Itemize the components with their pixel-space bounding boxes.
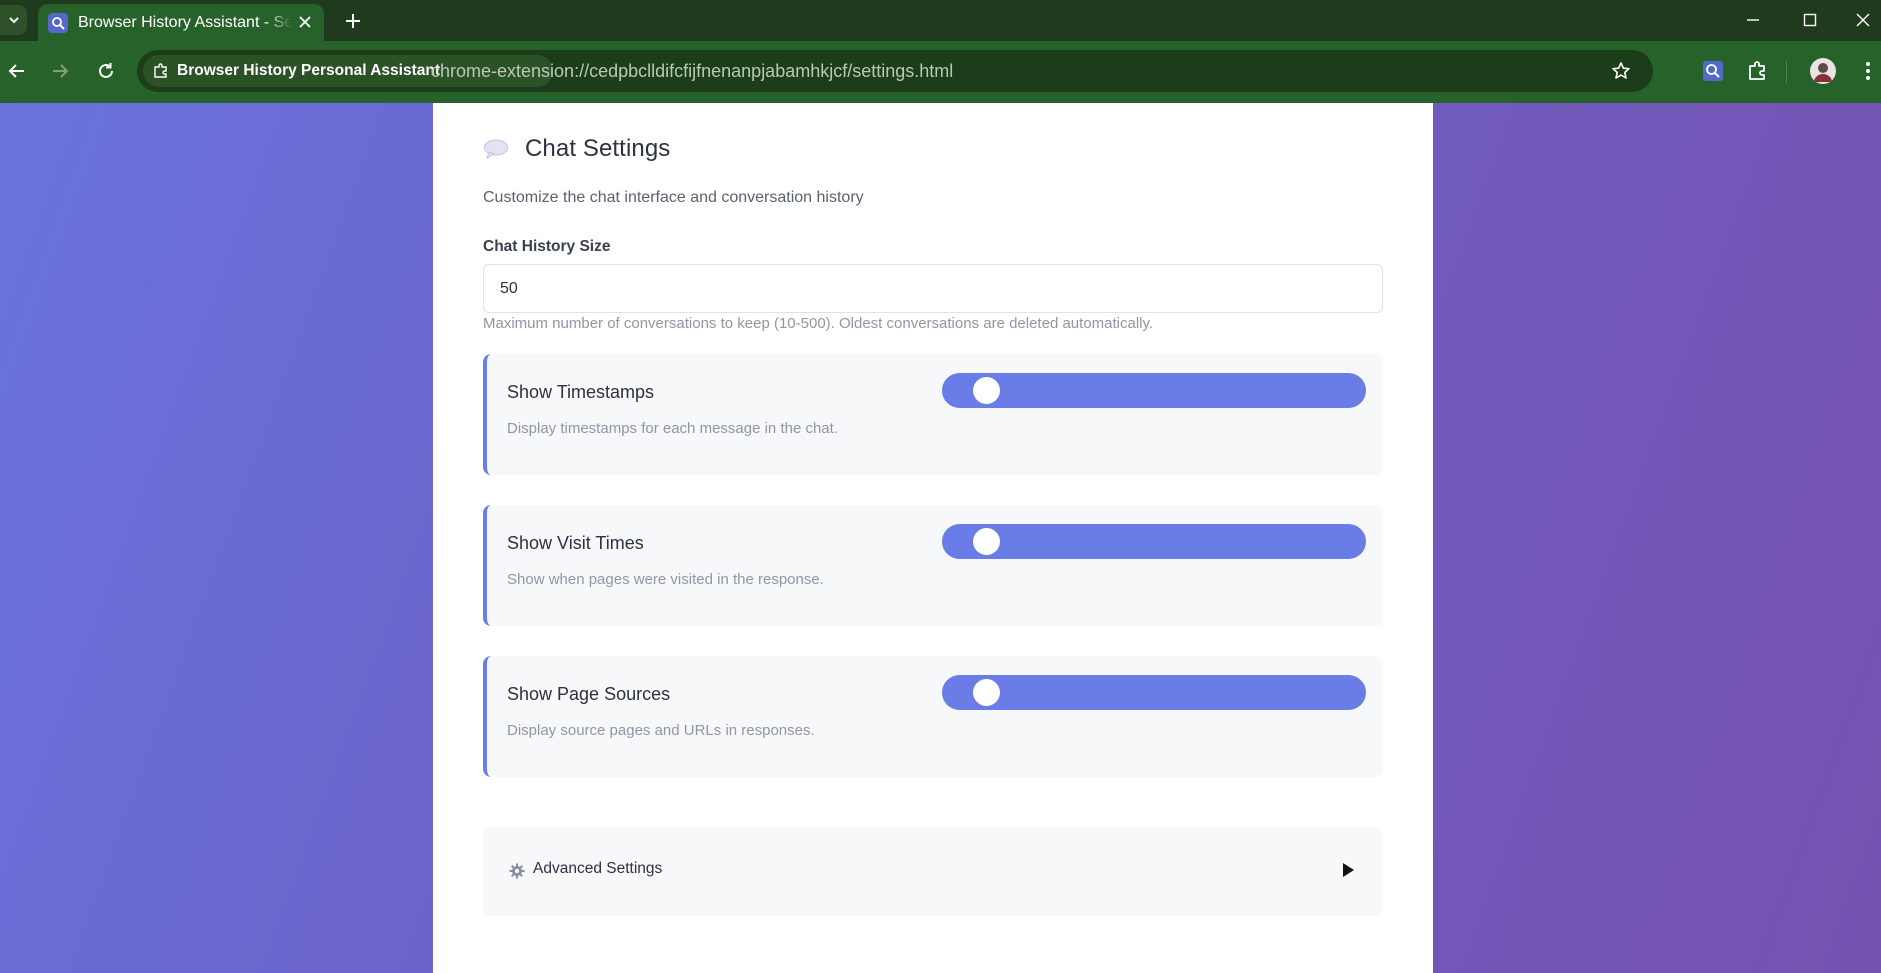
section-title: Chat Settings — [525, 135, 671, 162]
kebab-icon — [1866, 62, 1870, 80]
extension-action-button[interactable] — [1698, 56, 1728, 86]
active-tab[interactable]: Browser History Assistant - Settings — [38, 4, 324, 41]
maximize-button[interactable] — [1788, 4, 1832, 36]
toggle-knob — [973, 528, 1000, 555]
browser-menu-button[interactable] — [1853, 56, 1881, 86]
advanced-settings-toggle[interactable]: Advanced Settings — [483, 827, 1383, 916]
setting-show-visit-times: Show Visit Times Show when pages were vi… — [483, 505, 1383, 626]
close-icon — [299, 16, 311, 28]
maximize-icon — [1803, 13, 1817, 27]
browser-toolbar: Browser History Personal Assistant chrom… — [0, 41, 1881, 103]
show-page-sources-toggle[interactable] — [942, 675, 1366, 710]
setting-show-timestamps: Show Timestamps Display timestamps for e… — [483, 354, 1383, 475]
bookmark-button[interactable] — [1609, 59, 1633, 83]
reload-button[interactable] — [91, 56, 121, 86]
setting-title: Show Timestamps — [507, 382, 655, 402]
minimize-icon — [1747, 19, 1759, 21]
setting-description: Show when pages were visited in the resp… — [507, 571, 824, 588]
url-text[interactable]: chrome-extension://cedpbclldifcfijfnenan… — [431, 61, 953, 82]
tab-title: Browser History Assistant - Settings — [78, 13, 292, 31]
triangle-right-icon — [1343, 863, 1354, 877]
settings-card: Chat Settings Customize the chat interfa… — [433, 103, 1433, 973]
history-size-input[interactable] — [483, 264, 1383, 313]
magnifier-icon — [48, 12, 68, 33]
setting-show-page-sources: Show Page Sources Display source pages a… — [483, 656, 1383, 777]
forward-button[interactable] — [45, 56, 75, 86]
star-icon — [1612, 62, 1630, 79]
toggle-knob — [973, 377, 1000, 404]
arrow-right-icon — [53, 64, 69, 78]
arrow-left-icon — [8, 64, 24, 78]
puzzle-icon — [1749, 61, 1765, 80]
gear-icon — [509, 863, 525, 879]
history-size-label: Chat History Size — [483, 238, 611, 255]
chat-settings-header: Chat Settings — [483, 135, 670, 163]
setting-description: Display timestamps for each message in t… — [507, 420, 838, 437]
advanced-settings-label: Advanced Settings — [533, 860, 663, 877]
new-tab-button[interactable] — [340, 8, 366, 34]
setting-title: Show Visit Times — [507, 533, 644, 553]
tab-search-button[interactable] — [0, 5, 27, 35]
history-size-help: Maximum number of conversations to keep … — [483, 315, 1154, 332]
section-description: Customize the chat interface and convers… — [483, 189, 864, 206]
toggle-knob — [973, 679, 1000, 706]
show-visit-times-toggle[interactable] — [942, 524, 1366, 559]
chevron-down-icon — [8, 17, 19, 24]
close-window-button[interactable] — [1845, 4, 1881, 36]
puzzle-icon — [153, 63, 169, 79]
page-background: Chat Settings Customize the chat interfa… — [0, 103, 1881, 973]
speech-bubble-icon — [484, 139, 508, 160]
avatar[interactable] — [1810, 58, 1836, 84]
extensions-menu-button[interactable] — [1743, 56, 1773, 86]
toolbar-divider — [1786, 60, 1787, 84]
tab-strip: Browser History Assistant - Settings — [0, 0, 1881, 41]
setting-description: Display source pages and URLs in respons… — [507, 722, 815, 739]
show-timestamps-toggle[interactable] — [942, 373, 1366, 408]
reload-icon — [99, 63, 113, 78]
back-button[interactable] — [2, 56, 32, 86]
plus-icon — [346, 14, 360, 28]
minimize-button[interactable] — [1731, 4, 1775, 36]
address-bar[interactable]: Browser History Personal Assistant chrom… — [137, 50, 1653, 92]
close-tab-button[interactable] — [296, 13, 314, 31]
magnifier-icon — [1703, 61, 1723, 81]
site-chip-label: Browser History Personal Assistant — [177, 62, 441, 79]
setting-title: Show Page Sources — [507, 684, 671, 704]
close-icon — [1856, 13, 1870, 27]
